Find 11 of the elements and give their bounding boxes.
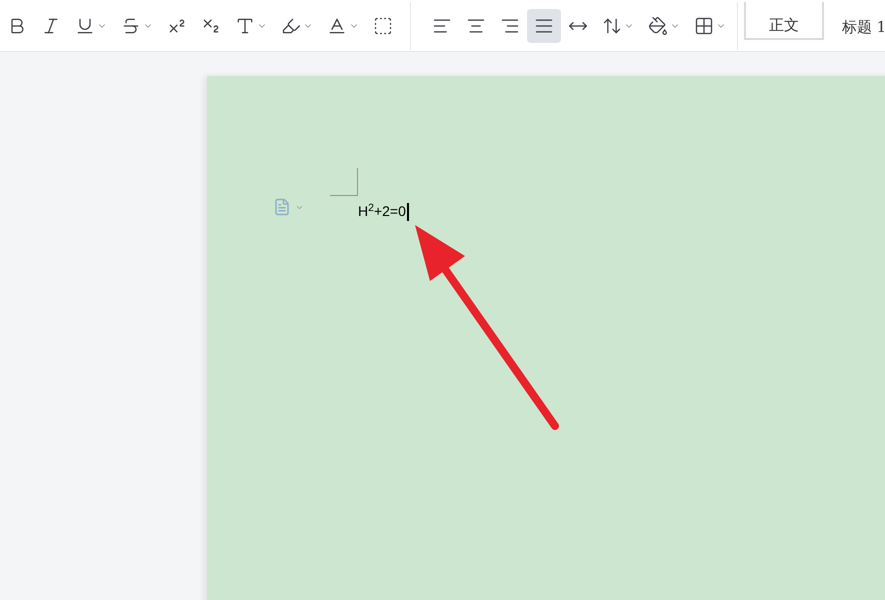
- borders-icon: [694, 16, 714, 36]
- style-preset[interactable]: 正文: [744, 2, 824, 40]
- font-color-icon: [327, 16, 347, 36]
- shading-icon: [648, 16, 668, 36]
- strikethrough-icon: [121, 16, 141, 36]
- highlighter-icon: [281, 16, 301, 36]
- paragraph-icon: [273, 198, 291, 216]
- toolbar-button[interactable]: [527, 8, 561, 42]
- equation-text: H$^{2}$+2=0: [358, 201, 406, 221]
- text-cursor: [406, 202, 409, 220]
- margin-corner-mark: [330, 168, 358, 196]
